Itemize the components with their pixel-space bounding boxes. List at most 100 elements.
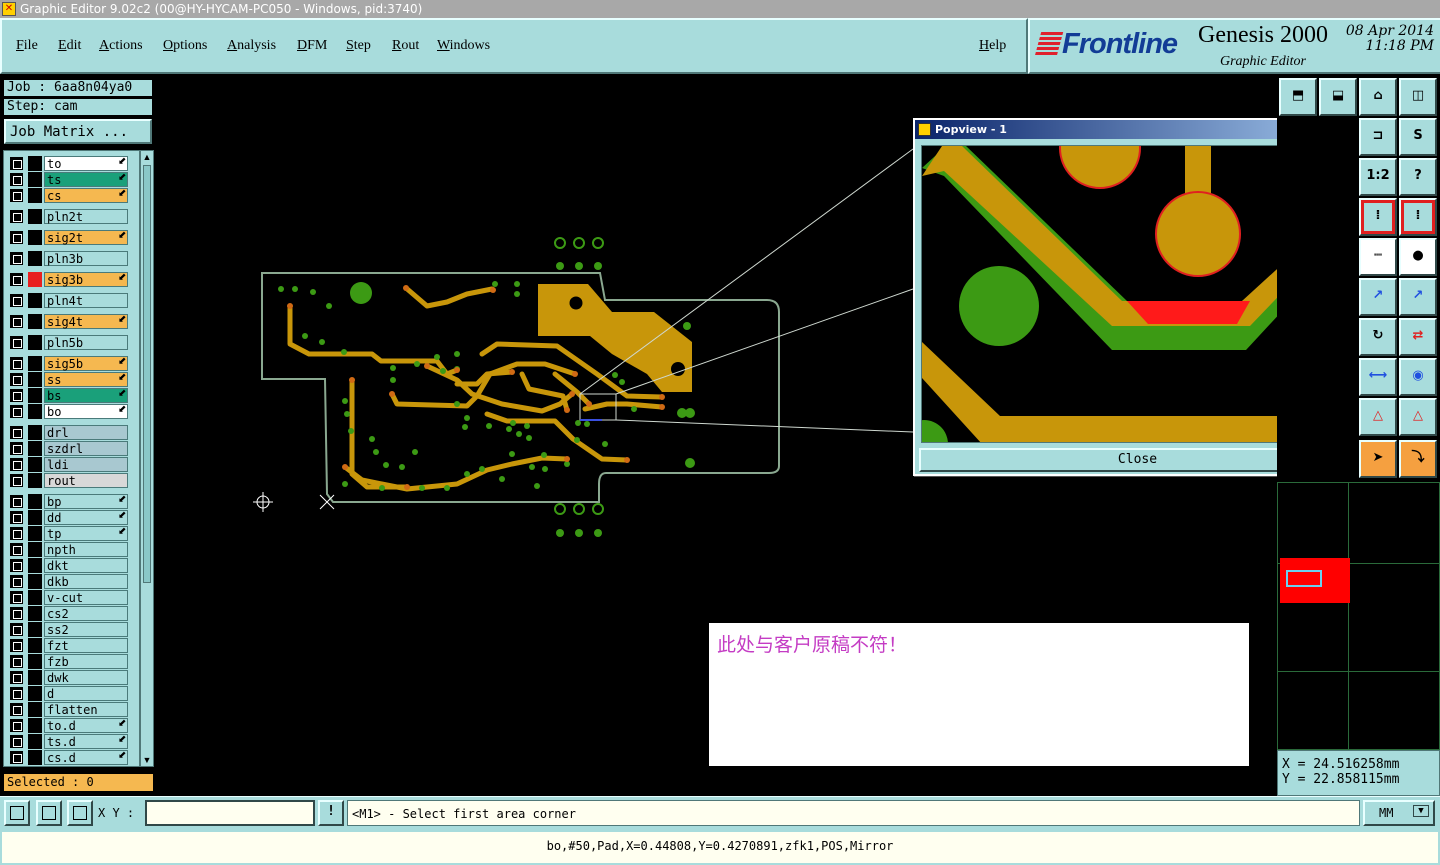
layer-name[interactable]: dwk [44, 670, 128, 685]
menu-file[interactable]: File [16, 38, 38, 54]
layer-color-marker[interactable] [28, 156, 42, 171]
tool-window-button[interactable]: ◫ [1399, 78, 1437, 116]
layer-checkbox[interactable] [10, 671, 23, 684]
layer-name[interactable]: ss2 [44, 622, 128, 637]
layer-checkbox[interactable] [10, 474, 23, 487]
layer-checkbox[interactable] [10, 527, 23, 540]
layer-checkbox[interactable] [10, 426, 23, 439]
scroll-thumb[interactable] [143, 165, 151, 583]
layer-row[interactable]: ts.d ⬋ [8, 734, 128, 749]
layer-row[interactable]: pln3b [8, 251, 128, 266]
layer-color-marker[interactable] [28, 473, 42, 488]
tool-scale-button[interactable]: 1:2 [1359, 158, 1397, 196]
layer-color-marker[interactable] [28, 494, 42, 509]
layer-row[interactable]: pln4t [8, 293, 128, 308]
popview-canvas[interactable] [921, 145, 1321, 443]
layer-row[interactable]: dwk [8, 670, 128, 685]
layer-name[interactable]: rout [44, 473, 128, 488]
layer-checkbox[interactable] [10, 336, 23, 349]
layer-row[interactable]: cs ⬋ [8, 188, 128, 203]
layer-checkbox[interactable] [10, 591, 23, 604]
layer-row[interactable]: fzt [8, 638, 128, 653]
tool-select-button[interactable]: ➤ [1359, 440, 1397, 478]
layer-name[interactable]: bp [44, 494, 128, 509]
layer-color-marker[interactable] [28, 209, 42, 224]
zoom-window-icon[interactable] [4, 800, 30, 826]
layer-color-marker[interactable] [28, 686, 42, 701]
edit-grid-icon[interactable] [36, 800, 62, 826]
layer-color-marker[interactable] [28, 638, 42, 653]
layer-row[interactable]: fzb [8, 654, 128, 669]
scroll-up-icon[interactable]: ▲ [142, 152, 152, 162]
layer-name[interactable]: dkt [44, 558, 128, 573]
menu-dfm[interactable]: DFM [297, 38, 327, 54]
layer-name[interactable]: to [44, 156, 128, 171]
layer-row[interactable]: bo ⬋ [8, 404, 128, 419]
layer-row[interactable]: pln5b [8, 335, 128, 350]
layer-name[interactable]: pln4t [44, 293, 128, 308]
layer-color-marker[interactable] [28, 388, 42, 403]
layer-row[interactable]: cs2 [8, 606, 128, 621]
tool-zoom-in-button[interactable]: ⬓ [1319, 78, 1357, 116]
layer-checkbox[interactable] [10, 210, 23, 223]
layer-row[interactable]: to ⬋ [8, 156, 128, 171]
layer-checkbox[interactable] [10, 389, 23, 402]
layer-row[interactable]: sig2t ⬋ [8, 230, 128, 245]
layer-color-marker[interactable] [28, 404, 42, 419]
layer-checkbox[interactable] [10, 751, 23, 764]
layer-color-marker[interactable] [28, 734, 42, 749]
layer-color-marker[interactable] [28, 526, 42, 541]
layer-name[interactable]: ldi [44, 457, 128, 472]
menu-options[interactable]: Options [163, 38, 207, 54]
layer-name[interactable]: pln2t [44, 209, 128, 224]
grid-icon[interactable] [67, 800, 93, 826]
layer-row[interactable]: sig3b ⬋ [8, 272, 128, 287]
layer-checkbox[interactable] [10, 231, 23, 244]
menu-analysis[interactable]: Analysis [227, 38, 276, 54]
layer-name[interactable]: to.d [44, 718, 128, 733]
layer-name[interactable]: pln3b [44, 251, 128, 266]
tool-route-edit-button[interactable]: ⤵ [1399, 440, 1437, 478]
layer-checkbox[interactable] [10, 458, 23, 471]
layer-name[interactable]: szdrl [44, 441, 128, 456]
layer-name[interactable]: dd [44, 510, 128, 525]
alert-button[interactable]: ! [318, 800, 344, 826]
layer-row[interactable]: szdrl [8, 441, 128, 456]
layer-color-marker[interactable] [28, 372, 42, 387]
layer-checkbox[interactable] [10, 543, 23, 556]
layer-color-marker[interactable] [28, 606, 42, 621]
layer-checkbox[interactable] [10, 639, 23, 652]
layer-name[interactable]: bs [44, 388, 128, 403]
layer-row[interactable]: flatten [8, 702, 128, 717]
menu-edit[interactable]: Edit [58, 38, 81, 54]
dropdown-arrow-icon[interactable]: ▼ [1413, 805, 1429, 817]
tool-snap-button[interactable]: ⊐ [1359, 118, 1397, 156]
app-icon[interactable]: ✕ [2, 2, 16, 16]
menu-actions[interactable]: Actions [99, 38, 143, 54]
tool-zoom-home-button[interactable]: ⬒ [1279, 78, 1317, 116]
layer-name[interactable]: bo [44, 404, 128, 419]
layer-color-marker[interactable] [28, 558, 42, 573]
layer-name[interactable]: sig2t [44, 230, 128, 245]
layer-color-marker[interactable] [28, 293, 42, 308]
tool-undo-button[interactable]: ↻ [1359, 318, 1397, 356]
xy-input[interactable] [145, 800, 315, 826]
layer-name[interactable]: npth [44, 542, 128, 557]
layer-checkbox[interactable] [10, 157, 23, 170]
layer-row[interactable]: tp ⬋ [8, 526, 128, 541]
layer-row[interactable]: drl [8, 425, 128, 440]
layer-checkbox[interactable] [10, 719, 23, 732]
layer-name[interactable]: sig5b [44, 356, 128, 371]
layer-color-marker[interactable] [28, 230, 42, 245]
layer-name[interactable]: tp [44, 526, 128, 541]
layer-checkbox[interactable] [10, 173, 23, 186]
units-select[interactable]: MM ▼ [1363, 800, 1435, 826]
layer-row[interactable]: npth [8, 542, 128, 557]
layer-row[interactable]: ss2 [8, 622, 128, 637]
tool-help-button[interactable]: ? [1399, 158, 1437, 196]
layer-row[interactable]: pln2t [8, 209, 128, 224]
tool-pad-button[interactable]: ● [1399, 238, 1437, 276]
menu-windows[interactable]: Windows [437, 38, 490, 54]
layer-checkbox[interactable] [10, 575, 23, 588]
layer-scrollbar[interactable]: ▲ ▼ [140, 150, 154, 767]
